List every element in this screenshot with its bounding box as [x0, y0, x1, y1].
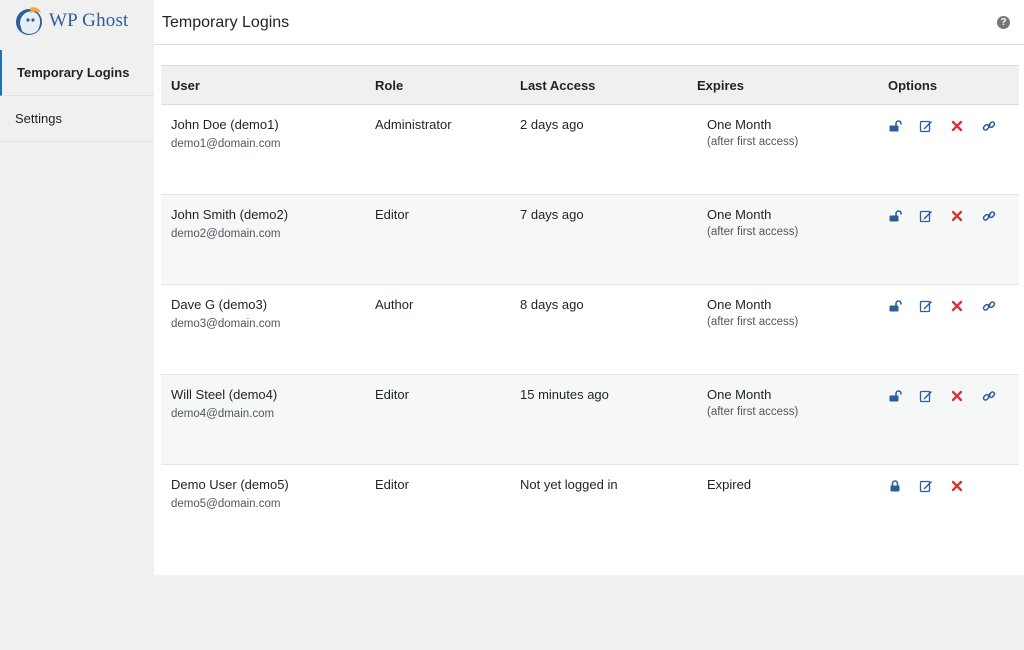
sidebar-item-temporary-logins[interactable]: Temporary Logins: [0, 50, 154, 96]
user-role: Administrator: [375, 117, 452, 132]
table-row: Dave G (demo3) demo3@domain.com Author 8 da…: [161, 285, 1019, 375]
user-email: demo2@domain.com: [171, 228, 281, 240]
link-icon[interactable]: [982, 209, 996, 223]
page-header: Temporary Logins ?: [154, 0, 1024, 45]
unlock-icon[interactable]: [888, 299, 902, 313]
user-role: Editor: [375, 387, 409, 402]
user-role: Author: [375, 297, 414, 312]
last-access: 7 days ago: [520, 207, 584, 222]
expires-value: One Month: [707, 387, 772, 402]
lock-icon[interactable]: [888, 479, 902, 493]
edit-icon[interactable]: [919, 119, 933, 133]
table-row: Will Steel (demo4) demo4@dmain.com Editor 1…: [161, 375, 1019, 465]
last-access: Not yet logged in: [520, 477, 618, 492]
user-email: demo3@domain.com: [171, 318, 281, 330]
column-header-expires: Expires: [697, 78, 744, 93]
main-panel: Temporary Logins ? User Role Last Access…: [154, 0, 1024, 575]
link-icon[interactable]: [982, 299, 996, 313]
brand-name: WP Ghost: [49, 10, 129, 31]
sidebar: WP Ghost Temporary Logins Settings: [0, 0, 154, 650]
table-row: Demo User (demo5) demo5@domain.com Editor N…: [161, 465, 1019, 555]
user-email: demo4@dmain.com: [171, 408, 275, 420]
edit-icon[interactable]: [919, 479, 933, 493]
last-access: 2 days ago: [520, 117, 584, 132]
user-name: John Doe (demo1): [171, 117, 279, 132]
last-access: 8 days ago: [520, 297, 584, 312]
expires-note: (after first access): [707, 226, 799, 238]
user-name: Will Steel (demo4): [171, 387, 278, 402]
expires-note: (after first access): [707, 406, 799, 418]
wp-ghost-logo[interactable]: WP Ghost: [14, 4, 154, 38]
link-icon[interactable]: [982, 389, 996, 403]
column-header-role: Role: [375, 78, 404, 93]
user-role: Editor: [375, 207, 409, 222]
sidebar-item-settings[interactable]: Settings: [0, 96, 154, 142]
user-name: John Smith (demo2): [171, 207, 289, 222]
expires-value: One Month: [707, 297, 772, 312]
expires-note: (after first access): [707, 136, 799, 148]
ghost-logo-icon: [16, 7, 42, 35]
link-icon[interactable]: [982, 119, 996, 133]
delete-icon[interactable]: [950, 479, 964, 493]
delete-icon[interactable]: [950, 209, 964, 223]
unlock-icon[interactable]: [888, 119, 902, 133]
user-email: demo5@domain.com: [171, 498, 281, 510]
delete-icon[interactable]: [950, 389, 964, 403]
expires-note: (after first access): [707, 316, 799, 328]
sidebar-nav: Temporary Logins Settings: [0, 50, 154, 142]
edit-icon[interactable]: [919, 389, 933, 403]
question-circle-icon[interactable]: ?: [997, 16, 1010, 29]
user-email: demo1@domain.com: [171, 138, 281, 150]
delete-icon[interactable]: [950, 299, 964, 313]
table-row: John Smith (demo2) demo2@domain.com Editor…: [161, 195, 1019, 285]
column-header-last-access: Last Access: [520, 78, 596, 93]
table-header: User Role Last Access Expires Options: [161, 65, 1019, 105]
delete-icon[interactable]: [950, 119, 964, 133]
last-access: 15 minutes ago: [520, 387, 609, 402]
unlock-icon[interactable]: [888, 389, 902, 403]
expires-value: Expired: [707, 477, 752, 492]
user-role: Editor: [375, 477, 409, 492]
table-body: John Doe (demo1) demo1@domain.com Administ…: [161, 105, 1019, 555]
expires-value: One Month: [707, 117, 772, 132]
user-name: Demo User (demo5): [171, 477, 289, 492]
column-header-options: Options: [888, 78, 938, 93]
user-name: Dave G (demo3): [171, 297, 268, 312]
edit-icon[interactable]: [919, 209, 933, 223]
unlock-icon[interactable]: [888, 209, 902, 223]
column-header-user: User: [171, 78, 200, 93]
temporary-logins-table: User Role Last Access Expires Options Jo…: [161, 65, 1019, 555]
page-title: Temporary Logins: [162, 14, 290, 31]
table-row: John Doe (demo1) demo1@domain.com Administ…: [161, 105, 1019, 195]
expires-value: One Month: [707, 207, 772, 222]
edit-icon[interactable]: [919, 299, 933, 313]
